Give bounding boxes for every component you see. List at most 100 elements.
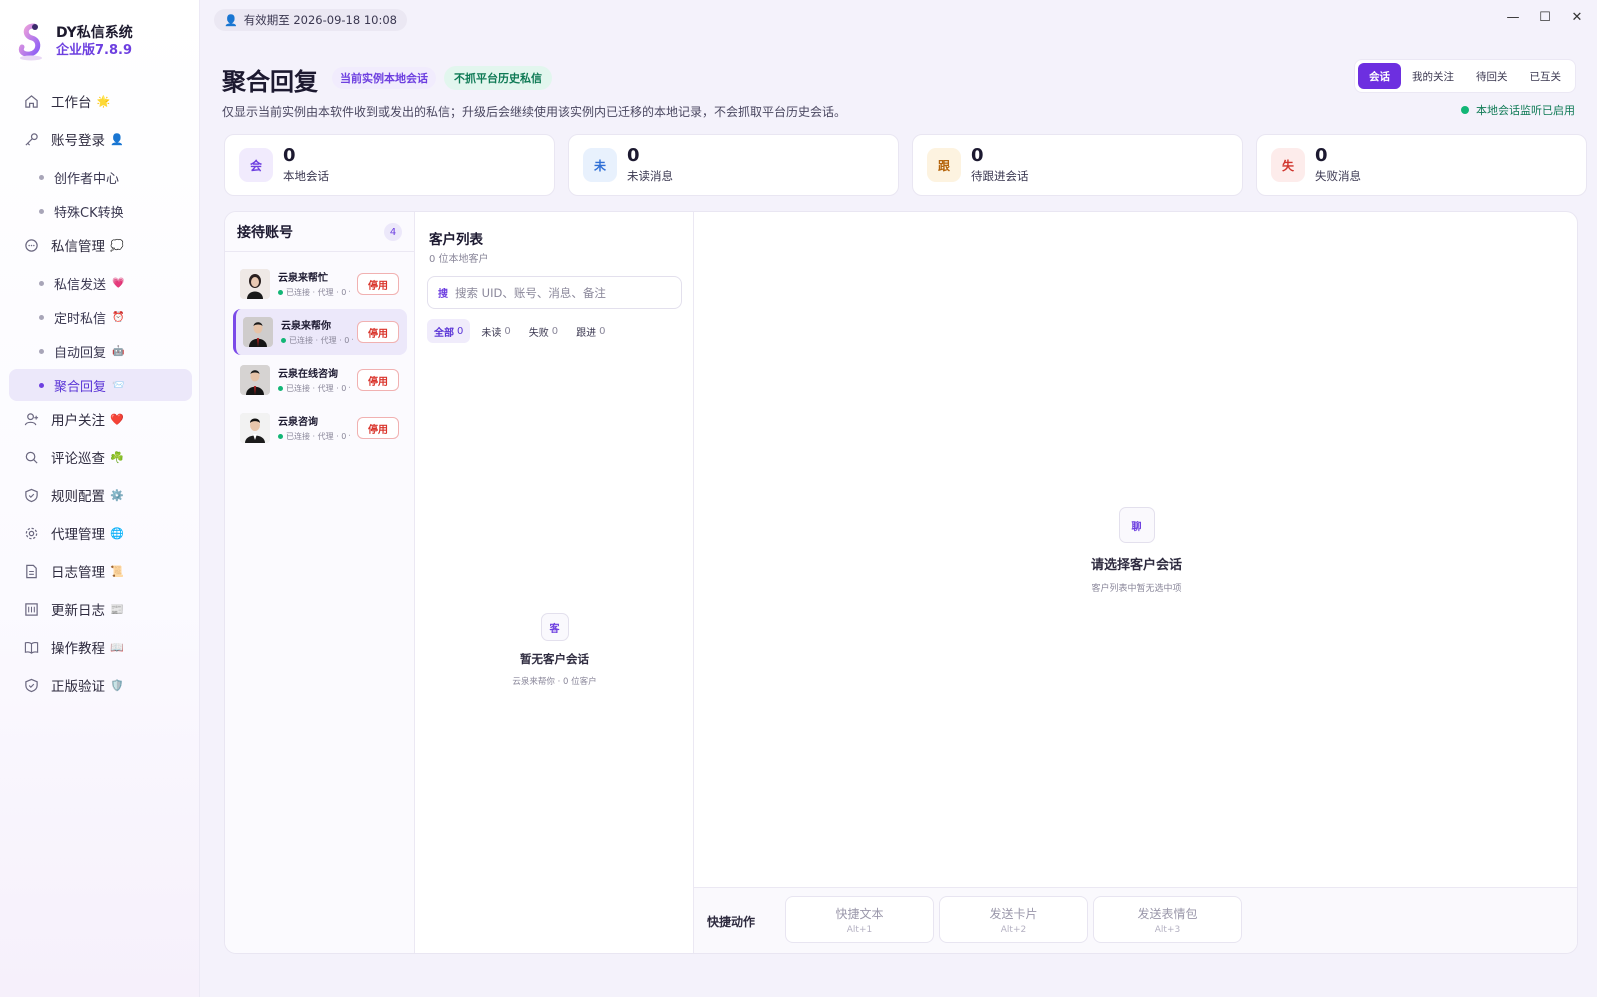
- filter-label: 跟进: [576, 327, 597, 339]
- sidebar-subitem[interactable]: 聚合回复 📨: [9, 369, 192, 401]
- news-icon: [23, 601, 39, 617]
- license-badge: 👤 有效期至 2026-09-18 10:08: [214, 9, 407, 31]
- online-dot-icon: [278, 434, 283, 439]
- sidebar-item[interactable]: 用户关注 ❤️: [9, 403, 192, 435]
- sidebar-subitem[interactable]: 创作者中心: [9, 161, 192, 193]
- customer-filters: 全部 0 未读 0 失败 0 跟进 0: [427, 319, 617, 343]
- disable-account-button[interactable]: 停用: [357, 369, 399, 391]
- emoji-icon: 🌟: [96, 94, 111, 108]
- tab-button[interactable]: 已互关: [1519, 63, 1573, 89]
- filter-chip[interactable]: 跟进 0: [569, 319, 612, 343]
- view-tabs: 会话 我的关注 待回关 已互关: [1354, 59, 1576, 93]
- sidebar-item-label: 正版验证: [51, 679, 105, 695]
- sidebar-item[interactable]: 代理管理 🌐: [9, 517, 192, 549]
- chat-icon: [23, 237, 39, 253]
- stat-icon: 失: [1271, 148, 1305, 182]
- sidebar-item-label: 操作教程: [51, 641, 105, 657]
- account-item[interactable]: 云泉在线咨询 已连接 · 代理 · 0 位停用: [233, 357, 407, 403]
- emoji-icon: ☘️: [110, 450, 124, 464]
- quick-action-button[interactable]: 发送卡片 Alt+2: [939, 896, 1088, 943]
- stat-label: 失败消息: [1315, 169, 1361, 183]
- sidebar-subitem[interactable]: 定时私信 ⏰: [9, 301, 192, 333]
- emoji-icon: ⏰: [112, 311, 125, 323]
- sidebar-item[interactable]: 评论巡查 ☘️: [9, 441, 192, 473]
- filter-chip[interactable]: 全部 0: [427, 319, 471, 343]
- sidebar-subitem[interactable]: 特殊CK转换: [9, 195, 192, 227]
- maximize-button[interactable]: ☐: [1537, 10, 1553, 25]
- stat-label: 待跟进会话: [971, 169, 1029, 183]
- stat-value: 0: [627, 145, 640, 166]
- account-name: 云泉咨询: [278, 417, 318, 428]
- account-name: 云泉来帮忙: [278, 273, 328, 284]
- filter-count: 0: [504, 325, 511, 337]
- account-meta: 已连接 · 代理 · 0 位: [278, 383, 350, 394]
- sidebar-subitem-label: 自动回复: [54, 345, 107, 361]
- account-item[interactable]: 云泉来帮你 已连接 · 代理 · 0 位停用: [233, 309, 407, 355]
- account-item[interactable]: 云泉来帮忙已连接 · 代理 · 0 位停用: [233, 261, 407, 307]
- filter-label: 全部: [434, 327, 454, 339]
- sidebar-item[interactable]: 正版验证 🛡️: [9, 669, 192, 701]
- sidebar-item[interactable]: 账号登录 👤: [9, 123, 192, 155]
- listen-status-text: 本地会话监听已启用: [1476, 104, 1575, 117]
- customers-empty-state: 客 暂无客户会话 云泉来帮你 · 0 位客户: [415, 613, 694, 687]
- sidebar-item[interactable]: 私信管理 💭: [9, 229, 192, 261]
- bullet-icon: [39, 382, 44, 388]
- page-title: 聚合回复: [222, 68, 318, 96]
- tab-button[interactable]: 待回关: [1465, 63, 1519, 89]
- emoji-icon: 🌐: [110, 526, 124, 540]
- minimize-button[interactable]: —: [1505, 10, 1521, 25]
- sidebar-item[interactable]: 更新日志 📰: [9, 593, 192, 625]
- sidebar-item[interactable]: 日志管理 📜: [9, 555, 192, 587]
- disable-account-button[interactable]: 停用: [357, 273, 399, 295]
- sidebar-item[interactable]: 操作教程 📖: [9, 631, 192, 663]
- stat-card: 未 0 未读消息: [568, 134, 899, 196]
- emoji-icon: 💗: [112, 277, 125, 289]
- disable-account-button[interactable]: 停用: [357, 321, 399, 343]
- tab-button[interactable]: 我的关注: [1401, 63, 1465, 89]
- sidebar-item-label: 更新日志: [51, 603, 105, 619]
- sidebar-subitem[interactable]: 私信发送 💗: [9, 267, 192, 299]
- chat-empty-icon: 聊: [1118, 507, 1155, 543]
- quick-action-shortcut: Alt+2: [1000, 924, 1027, 935]
- account-meta: 已连接 · 代理 · 0 位: [278, 287, 350, 298]
- filter-chip[interactable]: 失败 0: [522, 319, 565, 343]
- bullet-icon: [39, 280, 44, 286]
- online-dot-icon: [278, 290, 283, 295]
- quick-action-button[interactable]: 发送表情包 Alt+3: [1093, 896, 1242, 943]
- account-name: 云泉来帮你: [281, 321, 331, 332]
- tag-no-history: 不抓平台历史私信: [444, 66, 552, 90]
- account-meta: 已连接 · 代理 · 0 位: [278, 431, 350, 442]
- close-button[interactable]: ✕: [1569, 10, 1585, 25]
- stat-value: 0: [1315, 145, 1328, 166]
- filter-chip[interactable]: 未读 0: [474, 319, 517, 343]
- tab-button[interactable]: 会话: [1358, 63, 1401, 89]
- accounts-column: 接待账号 4 云泉来帮忙 已连接 · 代理 · 0 位停用 云泉来帮你 已连接 · 代…: [225, 212, 415, 953]
- sidebar-item[interactable]: 工作台 🌟: [9, 85, 192, 117]
- stat-card: 失 0 失败消息: [1256, 134, 1587, 196]
- avatar: [243, 317, 273, 347]
- account-item[interactable]: 云泉咨询已连接 · 代理 · 0 位停用: [233, 405, 407, 451]
- emoji-icon: 🛡️: [110, 678, 124, 692]
- sidebar-item-label: 账号登录: [51, 133, 105, 149]
- avatar: [240, 365, 270, 395]
- license-text: 有效期至 2026-09-18 10:08: [243, 13, 397, 27]
- disable-account-button[interactable]: 停用: [357, 417, 399, 439]
- bullet-icon: [39, 208, 44, 214]
- emoji-icon: 📰: [110, 602, 124, 616]
- shield-icon: [23, 487, 39, 503]
- status-dot-icon: [1461, 106, 1469, 114]
- filter-count: 0: [551, 325, 559, 337]
- account-meta-text: 已连接 · 代理 · 0 位: [286, 288, 350, 297]
- sidebar-item-label: 用户关注: [51, 413, 105, 429]
- sidebar-subitem-label: 定时私信: [54, 311, 107, 327]
- sidebar-item[interactable]: 规则配置 ⚙️: [9, 479, 192, 511]
- sidebar-subitem-label: 创作者中心: [54, 171, 120, 187]
- emoji-icon: 👤: [110, 132, 124, 146]
- app-name: DY私信系统: [56, 25, 133, 41]
- customer-search-input[interactable]: 搜 搜索 UID、账号、消息、备注: [427, 276, 682, 309]
- chat-empty-state: 聊 请选择客户会话 客户列表中暂无选中项: [694, 507, 1577, 594]
- quick-action-label: 发送表情包: [1137, 906, 1198, 921]
- quick-action-button[interactable]: 快捷文本 Alt+1: [785, 896, 934, 943]
- sidebar-subitem[interactable]: 自动回复 🤖: [9, 335, 192, 367]
- key-icon: [23, 131, 39, 147]
